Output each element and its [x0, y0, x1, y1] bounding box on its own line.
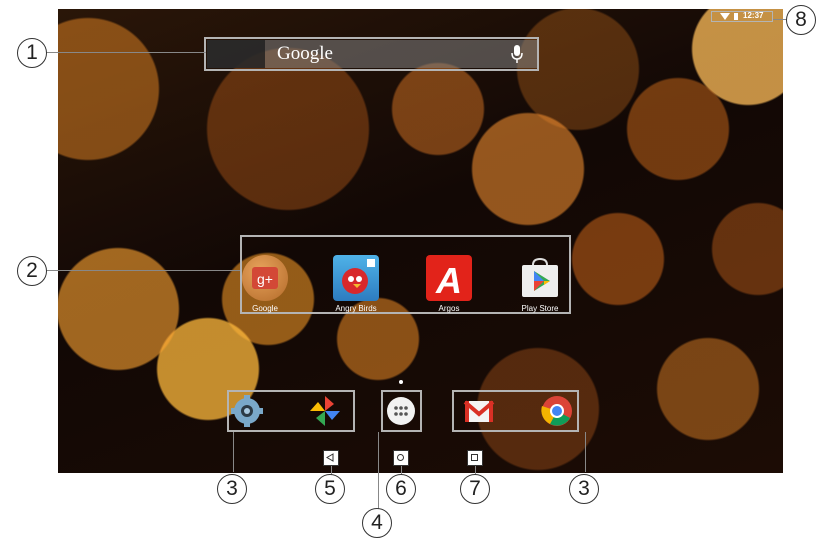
photos-icon[interactable]: [308, 394, 342, 428]
back-button[interactable]: [323, 450, 339, 466]
chrome-icon[interactable]: [540, 394, 574, 428]
callout-1: 1: [17, 38, 47, 68]
callout-3-left: 3: [217, 474, 247, 504]
recents-icon: [471, 454, 478, 461]
leader-8: [773, 19, 787, 20]
app-label: Argos: [438, 304, 460, 313]
callout-4: 4: [362, 508, 392, 538]
home-icon: [397, 454, 404, 461]
callout-7: 7: [460, 474, 490, 504]
leader-3a: [233, 432, 234, 472]
callout-2: 2: [17, 256, 47, 286]
play-store-icon: [517, 255, 563, 301]
svg-text:g+: g+: [257, 271, 273, 287]
search-bar[interactable]: Google: [207, 40, 537, 68]
settings-icon[interactable]: [230, 394, 264, 428]
callout-6: 6: [386, 474, 416, 504]
app-argos[interactable]: A Argos: [409, 255, 489, 313]
recents-button[interactable]: [467, 450, 483, 466]
wifi-icon: [720, 13, 730, 20]
svg-text:A: A: [435, 260, 462, 301]
app-label: Play Store: [521, 304, 559, 313]
leader-4: [378, 432, 379, 510]
status-time: 12:37: [743, 11, 764, 20]
app-play-store[interactable]: Play Store: [500, 255, 580, 313]
app-google[interactable]: g+ Google: [225, 255, 305, 313]
back-icon: [326, 453, 334, 462]
leader-2: [44, 270, 240, 271]
page-indicator: [399, 380, 403, 384]
app-label: Google: [252, 304, 278, 313]
home-button[interactable]: [393, 450, 409, 466]
callout-5: 5: [315, 474, 345, 504]
google-search-label: Google: [277, 43, 333, 64]
all-apps-icon[interactable]: [384, 394, 418, 428]
leader-3b: [585, 432, 586, 472]
callout-8: 8: [786, 5, 816, 35]
mic-icon[interactable]: [511, 45, 523, 63]
google-plus-icon: g+: [242, 255, 288, 301]
home-screen: 12:37 Google g+ Google Angry Birds A Arg…: [58, 9, 783, 473]
callout-3-right: 3: [569, 474, 599, 504]
app-label: Angry Birds: [335, 304, 377, 313]
gmail-icon[interactable]: [462, 394, 496, 428]
argos-icon: A: [426, 255, 472, 301]
battery-icon: [734, 13, 738, 20]
status-bar: 12:37: [711, 11, 773, 22]
app-angry-birds[interactable]: Angry Birds: [316, 255, 396, 313]
leader-1: [44, 52, 206, 53]
angry-birds-icon: [333, 255, 379, 301]
